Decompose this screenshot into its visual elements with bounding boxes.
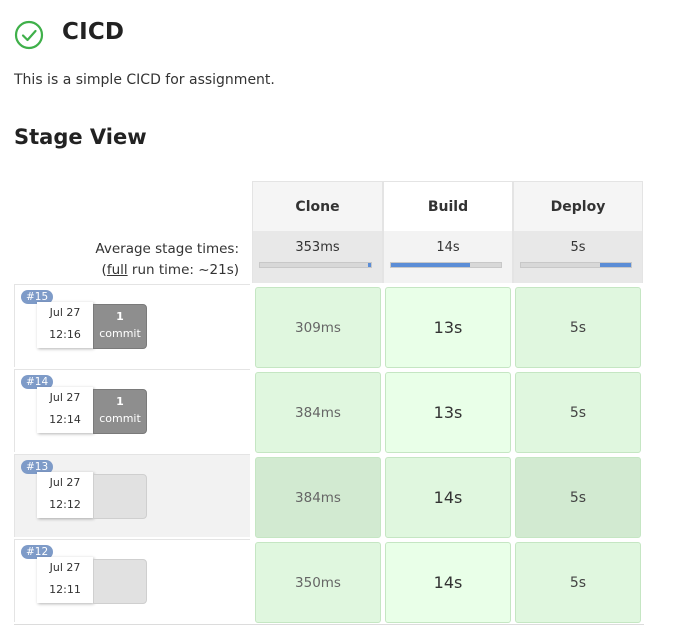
avg-time-value: 353ms	[295, 240, 340, 255]
page-title: CICD	[62, 19, 125, 45]
stage-name: Clone	[295, 198, 340, 215]
commit-count-number: 1	[116, 310, 124, 323]
stage-cell-build[interactable]: 13s	[385, 372, 511, 453]
run-date-time: 12:12	[49, 498, 81, 511]
avg-time-clone: 353ms	[252, 231, 383, 283]
full-run-link[interactable]: full	[107, 262, 128, 278]
run-date-time: 12:11	[49, 583, 81, 596]
stage-cell-deploy[interactable]: 5s	[515, 372, 641, 453]
stage-cell-deploy[interactable]: 5s	[515, 287, 641, 368]
stage-header-deploy[interactable]: Deploy	[513, 181, 643, 231]
avg-time-bar	[259, 262, 372, 268]
average-label-text: Average stage times:	[95, 241, 239, 257]
avg-time-build: 14s	[383, 231, 513, 283]
stage-cell-clone[interactable]: 384ms	[255, 457, 381, 538]
stage-header-build[interactable]: Build	[383, 181, 513, 231]
stage-name: Deploy	[550, 198, 606, 215]
project-description: This is a simple CICD for assignment.	[14, 72, 275, 88]
avg-time-bar	[390, 262, 502, 268]
commit-count-label: commit	[99, 327, 141, 340]
stage-cell-deploy[interactable]: 5s	[515, 542, 641, 623]
run-date-time: 12:16	[49, 328, 81, 341]
full-run-suffix: run time: ~21s)	[127, 262, 239, 278]
run-row-12[interactable]: #12 Jul 27 12:11	[14, 539, 250, 622]
no-changes-box	[93, 559, 147, 604]
run-date: Jul 27 12:14	[37, 387, 93, 433]
run-date-day: Jul 27	[49, 306, 81, 319]
avg-time-bar-fill	[367, 263, 371, 267]
avg-time-value: 14s	[436, 240, 460, 255]
stage-cell-clone[interactable]: 309ms	[255, 287, 381, 368]
full-run-time: (full run time: ~21s)	[95, 260, 239, 281]
run-row-14[interactable]: #14 Jul 27 12:14 1 commit	[14, 369, 250, 452]
run-row-13[interactable]: #13 Jul 27 12:12	[14, 454, 250, 537]
avg-time-value: 5s	[570, 240, 586, 255]
stage-cell-clone[interactable]: 384ms	[255, 372, 381, 453]
run-date: Jul 27 12:16	[37, 302, 93, 348]
run-row-15[interactable]: #15 Jul 27 12:16 1 commit	[14, 284, 250, 367]
commit-count-number: 1	[116, 395, 124, 408]
stage-cell-clone[interactable]: 350ms	[255, 542, 381, 623]
avg-time-bar-fill	[391, 263, 471, 267]
commit-count-label: commit	[99, 412, 141, 425]
run-date-day: Jul 27	[49, 476, 81, 489]
table-bottom-divider	[14, 624, 644, 625]
run-date-time: 12:14	[49, 413, 81, 426]
success-check-icon	[14, 20, 44, 50]
run-date: Jul 27 12:12	[37, 472, 93, 518]
run-date-day: Jul 27	[49, 561, 81, 574]
stage-cell-build[interactable]: 14s	[385, 542, 511, 623]
run-date-day: Jul 27	[49, 391, 81, 404]
commit-count[interactable]: 1 commit	[93, 389, 147, 434]
avg-time-bar	[520, 262, 632, 268]
stage-cell-build[interactable]: 13s	[385, 287, 511, 368]
stage-header-clone[interactable]: Clone	[252, 181, 383, 231]
no-changes-box	[93, 474, 147, 519]
run-date: Jul 27 12:11	[37, 557, 93, 603]
avg-time-bar-fill	[600, 263, 631, 267]
commit-count[interactable]: 1 commit	[93, 304, 147, 349]
avg-time-deploy: 5s	[513, 231, 643, 283]
stage-cell-build[interactable]: 14s	[385, 457, 511, 538]
stage-cell-deploy[interactable]: 5s	[515, 457, 641, 538]
stage-view-title: Stage View	[14, 125, 147, 149]
stage-name: Build	[427, 198, 469, 215]
average-stage-times-label: Average stage times: (full run time: ~21…	[95, 239, 239, 281]
